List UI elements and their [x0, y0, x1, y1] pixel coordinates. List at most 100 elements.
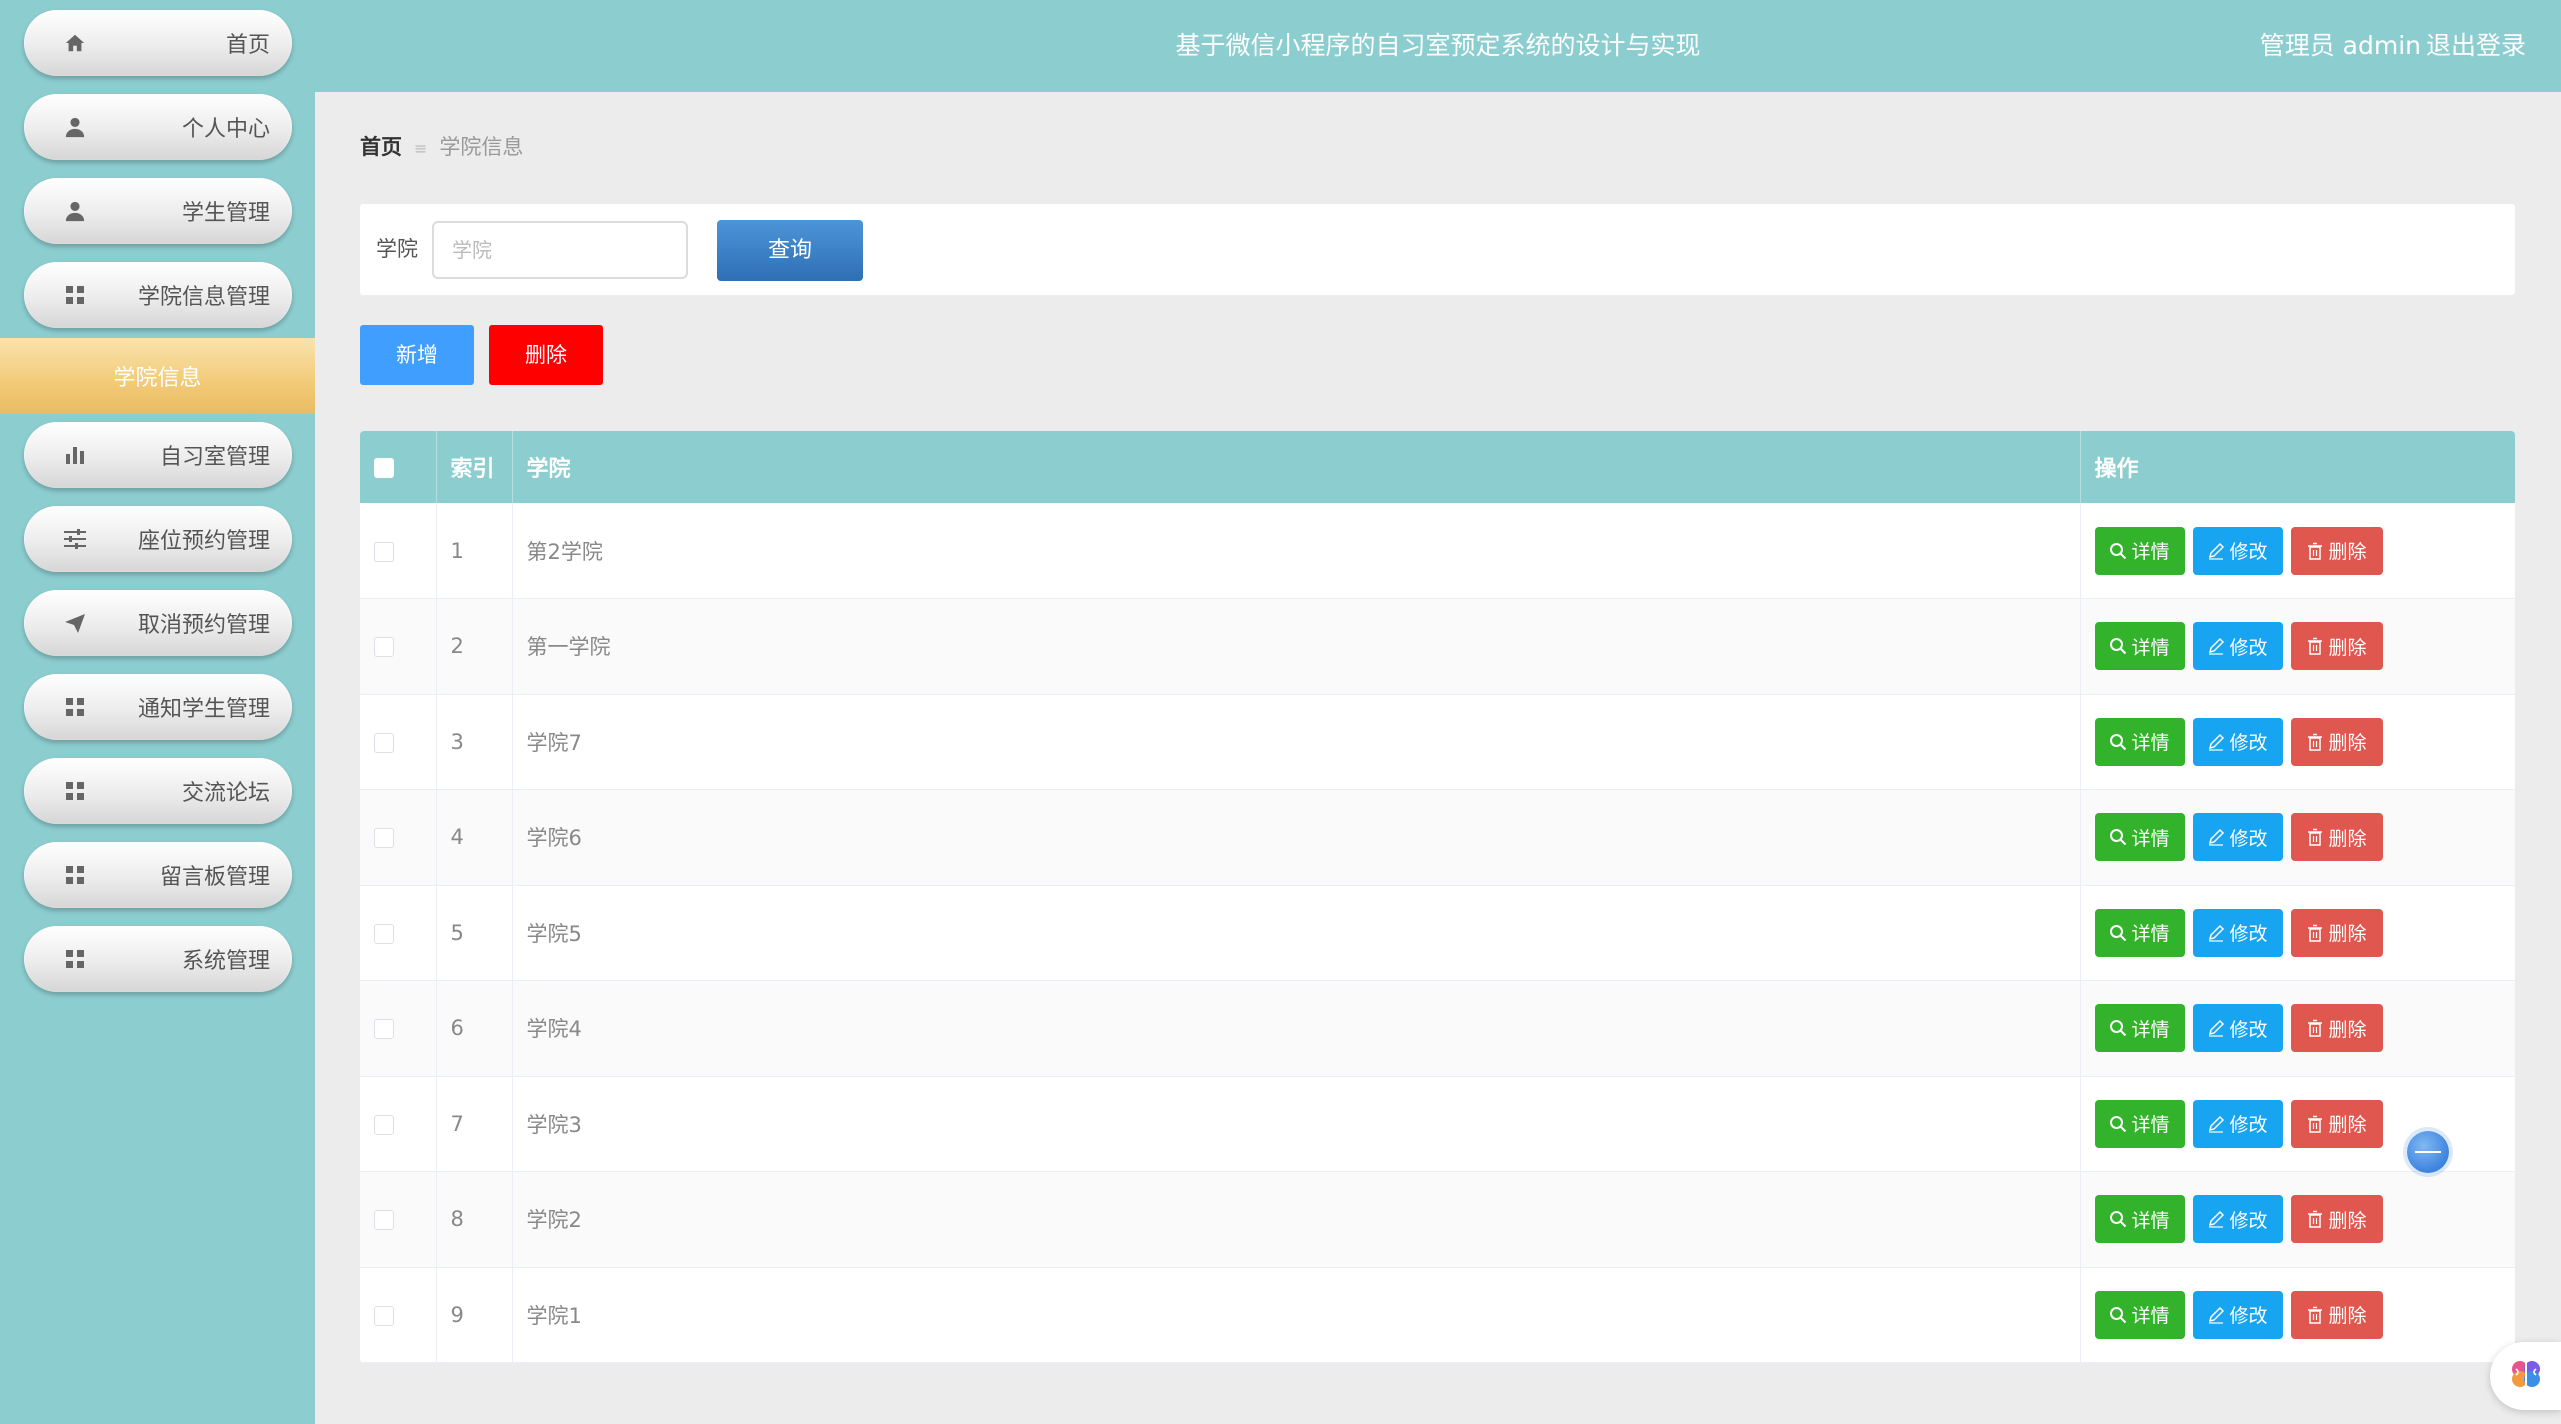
detail-button[interactable]: 详情: [2094, 526, 2185, 575]
row-select-cell: [360, 503, 437, 599]
delete-label: 删除: [2328, 541, 2367, 563]
delete-button[interactable]: 删除: [2290, 526, 2383, 575]
logout-link[interactable]: 退出登录: [2426, 0, 2526, 92]
delete-button[interactable]: 删除: [2290, 622, 2383, 671]
breadcrumb-separator: ≡: [414, 139, 428, 158]
batch-delete-button[interactable]: 删除: [489, 325, 603, 385]
edit-icon: [2207, 733, 2225, 751]
row-actions: 详情 修改 删除: [2080, 599, 2515, 695]
edit-label: 修改: [2229, 732, 2268, 755]
row-checkbox[interactable]: [374, 828, 394, 849]
breadcrumb: 首页 ≡ 学院信息: [360, 132, 523, 162]
breadcrumb-home[interactable]: 首页: [360, 135, 402, 159]
delete-button[interactable]: 删除: [2290, 1099, 2383, 1148]
detail-button[interactable]: 详情: [2094, 1195, 2185, 1244]
detail-label: 详情: [2131, 1209, 2170, 1232]
sidebar-item-system-management[interactable]: 系统管理: [24, 926, 292, 992]
sidebar-item-study-room-management[interactable]: 自习室管理: [24, 422, 292, 488]
sidebar-item-students[interactable]: 学生管理: [24, 178, 292, 244]
brain-widget-button[interactable]: [2490, 1342, 2561, 1410]
row-checkbox[interactable]: [374, 732, 394, 753]
edit-button[interactable]: 修改: [2192, 1290, 2283, 1339]
select-all-checkbox[interactable]: [374, 457, 394, 478]
delete-button[interactable]: 删除: [2290, 813, 2383, 862]
detail-button[interactable]: 详情: [2094, 1099, 2185, 1148]
detail-button[interactable]: 详情: [2094, 717, 2185, 766]
row-checkbox[interactable]: [374, 1210, 394, 1231]
sidebar-item-label: 座位预约管理: [137, 529, 270, 554]
add-button[interactable]: 新增: [360, 325, 474, 385]
table-row: 8 学院2 详情 修改 删除: [360, 1171, 2515, 1267]
row-checkbox[interactable]: [374, 1114, 394, 1135]
sidebar-item-college-info-management[interactable]: 学院信息管理: [24, 262, 292, 328]
table-row: 1 第2学院 详情 修改 删除: [360, 503, 2515, 599]
delete-button[interactable]: 删除: [2290, 717, 2383, 766]
brain-icon: [2508, 1356, 2544, 1396]
row-index: 7: [436, 1076, 513, 1172]
row-checkbox[interactable]: [374, 637, 394, 658]
user-icon: [62, 114, 88, 140]
edit-icon: [2207, 637, 2225, 655]
edit-button[interactable]: 修改: [2192, 1004, 2283, 1053]
sidebar-subitem-college-info[interactable]: 学院信息: [0, 338, 315, 414]
delete-button[interactable]: 删除: [2290, 1290, 2383, 1339]
edit-button[interactable]: 修改: [2192, 1099, 2283, 1148]
delete-button[interactable]: 删除: [2290, 908, 2383, 957]
edit-label: 修改: [2229, 1209, 2268, 1232]
edit-button[interactable]: 修改: [2192, 622, 2283, 671]
trash-icon: [2306, 1115, 2324, 1133]
edit-button[interactable]: 修改: [2192, 526, 2283, 575]
sidebar-item-cancel-reservation[interactable]: 取消预约管理: [24, 590, 292, 656]
send-icon: [62, 610, 88, 636]
edit-button[interactable]: 修改: [2192, 813, 2283, 862]
trash-icon: [2306, 542, 2324, 560]
edit-button[interactable]: 修改: [2192, 908, 2283, 957]
column-header-college: 学院: [512, 431, 2081, 503]
sidebar-item-seat-reservation[interactable]: 座位预约管理: [24, 506, 292, 572]
breadcrumb-current: 学院信息: [439, 135, 524, 159]
row-college: 第一学院: [512, 598, 2081, 694]
row-checkbox[interactable]: [374, 923, 394, 944]
detail-button[interactable]: 详情: [2094, 1290, 2185, 1339]
table-row: 4 学院6 详情 修改 删除: [360, 789, 2515, 885]
row-college: 学院5: [512, 885, 2081, 981]
grid-icon: [62, 946, 88, 972]
grid-icon: [62, 778, 88, 804]
row-checkbox[interactable]: [374, 541, 394, 562]
table-row: 5 学院5 详情 修改 删除: [360, 885, 2515, 981]
row-actions: 详情 修改 删除: [2080, 981, 2515, 1077]
sidebar-item-message-board[interactable]: 留言板管理: [24, 842, 292, 908]
sidebar-item-notify-students[interactable]: 通知学生管理: [24, 674, 292, 740]
sidebar-item-personal-center[interactable]: 个人中心: [24, 94, 292, 160]
detail-button[interactable]: 详情: [2094, 813, 2185, 862]
edit-icon: [2207, 542, 2225, 560]
trash-icon: [2306, 1019, 2324, 1037]
row-checkbox[interactable]: [374, 1305, 394, 1326]
delete-button[interactable]: 删除: [2290, 1195, 2383, 1244]
query-button[interactable]: 查询: [717, 220, 863, 281]
search-icon: [2109, 924, 2127, 942]
edit-button[interactable]: 修改: [2192, 1195, 2283, 1244]
sidebar-item-home[interactable]: 首页: [24, 10, 292, 76]
sidebar-item-forum[interactable]: 交流论坛: [24, 758, 292, 824]
delete-button[interactable]: 删除: [2290, 1004, 2383, 1053]
detail-label: 详情: [2131, 1018, 2170, 1041]
row-select-cell: [360, 598, 437, 694]
floating-assistant-button[interactable]: [2407, 1131, 2449, 1173]
search-icon: [2109, 828, 2127, 846]
detail-button[interactable]: 详情: [2094, 908, 2185, 957]
table-row: 6 学院4 详情 修改 删除: [360, 980, 2515, 1077]
detail-label: 详情: [2131, 636, 2170, 659]
row-select-cell: [360, 885, 437, 981]
search-icon: [2109, 1210, 2127, 1228]
row-actions: 详情 修改 删除: [2080, 694, 2515, 790]
detail-label: 详情: [2131, 1114, 2170, 1137]
row-checkbox[interactable]: [374, 1019, 394, 1040]
search-input[interactable]: [432, 221, 688, 279]
edit-button[interactable]: 修改: [2192, 717, 2283, 766]
grid-icon: [62, 862, 88, 888]
detail-button[interactable]: 详情: [2094, 1004, 2185, 1053]
detail-button[interactable]: 详情: [2094, 622, 2185, 671]
edit-icon: [2207, 1306, 2225, 1324]
bar-chart-icon: [62, 442, 88, 468]
